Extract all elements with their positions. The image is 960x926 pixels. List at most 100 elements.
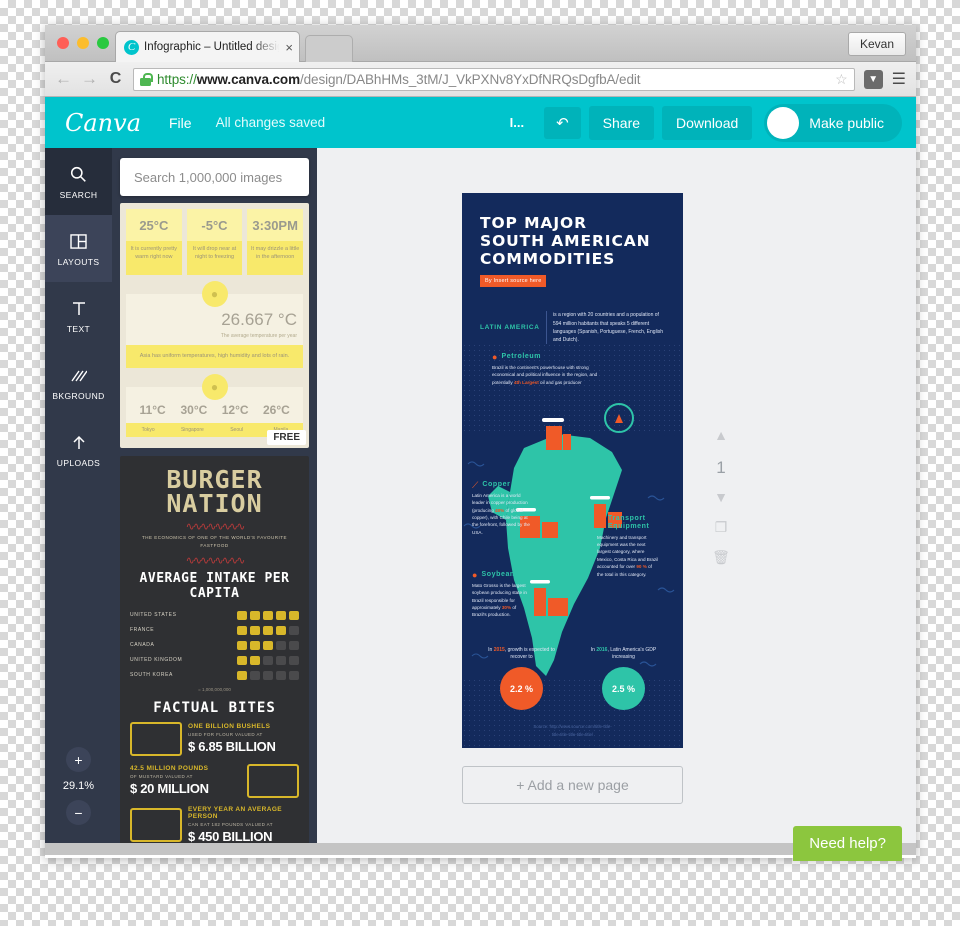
- wave-divider-icon: ∿∿∿∿∿∿∿∿: [185, 554, 246, 564]
- infographic-title-line3: COMMODITIES: [480, 249, 616, 268]
- share-button[interactable]: Share: [588, 105, 655, 140]
- search-results: 25°C It is currently pretty warm right n…: [120, 203, 309, 843]
- add-new-page-button[interactable]: + Add a new page: [462, 766, 683, 804]
- url-host: www.canva.com: [196, 71, 300, 87]
- burger-icon-empty: [289, 625, 299, 635]
- section-petroleum: ● Petroleum Brazil is the continent's po…: [492, 353, 610, 386]
- template-thumbnail-weather[interactable]: 25°C It is currently pretty warm right n…: [120, 203, 309, 448]
- burger-icon-empty: [276, 670, 286, 680]
- page-tools: ▲ 1 ▼ ❐ 🗑: [705, 428, 737, 580]
- duplicate-page-icon[interactable]: ❐: [705, 520, 737, 534]
- source-badge: By Insert source here: [480, 275, 547, 288]
- move-page-down-icon[interactable]: ▼: [705, 490, 737, 504]
- browser-tab[interactable]: C Infographic – Untitled desig ×: [115, 31, 300, 62]
- search-input[interactable]: Search 1,000,000 images: [120, 158, 309, 196]
- sidebar-item-uploads[interactable]: UPLOADS: [45, 416, 112, 483]
- close-tab-icon[interactable]: ×: [282, 40, 293, 55]
- sidebar-item-layouts[interactable]: LAYOUTS: [45, 215, 112, 282]
- burger-fact-line2: OF MUSTARD VALUED AT: [130, 774, 193, 780]
- move-page-up-icon[interactable]: ▲: [705, 428, 737, 442]
- download-button[interactable]: Download: [662, 105, 753, 140]
- section-header: ▰ Transport Equipment: [597, 515, 659, 532]
- burger-row: CANADA: [130, 638, 299, 653]
- burger-fact-text: ONE BILLION BUSHELS USED FOR FLOUR VALUE…: [188, 723, 299, 754]
- sidebar-item-bkground[interactable]: BKGROUND: [45, 349, 112, 416]
- burger-icon-empty: [263, 670, 273, 680]
- delete-page-icon[interactable]: 🗑: [705, 550, 737, 564]
- weather-city-temp: 30°C: [180, 402, 208, 417]
- new-tab-button[interactable]: [305, 35, 353, 62]
- sidebar-item-text[interactable]: TEXT: [45, 282, 112, 349]
- stat-year: 2016: [596, 646, 608, 653]
- burger-icon: [263, 610, 273, 620]
- wheat-basket-icon: [130, 721, 182, 756]
- burger-fact-line2: CAN EAT 182 POUNDS VALUED AT: [188, 821, 273, 827]
- stat-2015: In 2015, growth is expected to recover t…: [483, 647, 561, 710]
- section-body-post: oil and gas producer: [538, 379, 582, 385]
- make-public-button[interactable]: Make public: [764, 103, 902, 142]
- weather-card: 25°C It is currently pretty warm right n…: [126, 209, 182, 275]
- layers-icon[interactable]: I...: [510, 115, 524, 130]
- search-panel: Search 1,000,000 images 25°C It is curre…: [112, 148, 317, 843]
- burger-title-line2: NATION: [166, 488, 263, 518]
- close-window-button[interactable]: [57, 37, 69, 49]
- need-help-button[interactable]: Need help?: [793, 826, 902, 861]
- burger-icon: [276, 610, 286, 620]
- extension-shield-icon[interactable]: ▼: [863, 69, 883, 89]
- droplet-icon: ●: [201, 281, 228, 307]
- vertical-divider: [546, 311, 547, 345]
- mustard-bottle-icon: [247, 763, 299, 798]
- sidebar-label-bkground: BKGROUND: [52, 390, 105, 401]
- bookmark-star-icon[interactable]: ☆: [835, 71, 848, 88]
- zoom-out-button[interactable]: −: [66, 800, 91, 825]
- undo-button[interactable]: ↶: [544, 106, 581, 139]
- burger-fact-line1: EVERY YEAR AN AVERAGE PERSON: [188, 805, 283, 820]
- source-line-1: Source: http://www.source.com/title-titl…: [533, 724, 612, 730]
- section-header: ● Soybeans: [472, 571, 532, 580]
- weather-temps-row: 11°C 30°C 12°C 26°C: [132, 403, 297, 417]
- weather-value: 3:30PM: [247, 209, 304, 241]
- weather-city-name: Singapore: [180, 426, 204, 433]
- section-soybeans: ● Soybeans Mato Grosso is the largest so…: [472, 571, 532, 619]
- address-bar[interactable]: https://www.canva.com/design/DABhHMs_3tM…: [133, 67, 855, 91]
- back-icon[interactable]: ←: [55, 69, 72, 89]
- template-thumbnail-burger[interactable]: BURGER NATION ∿∿∿∿∿∿∿∿ THE ECONOMICS OF …: [120, 456, 309, 843]
- make-public-label: Make public: [809, 114, 884, 131]
- sidebar-label-search: SEARCH: [59, 189, 98, 200]
- section-body: Machinery and transport equipment was th…: [597, 534, 659, 578]
- burger-icon-empty: [289, 640, 299, 650]
- zoom-in-button[interactable]: +: [66, 747, 91, 772]
- account-button[interactable]: Kevan: [847, 32, 906, 56]
- burger-fact-value: $ 450 BILLION: [188, 828, 273, 843]
- window-controls[interactable]: [57, 37, 109, 49]
- weather-city-temp: 26°C: [262, 402, 290, 417]
- canva-favicon: C: [124, 39, 139, 55]
- stat-bubble: 2.5 %: [602, 667, 645, 710]
- minimize-window-button[interactable]: [77, 37, 89, 49]
- tab-title: Infographic – Untitled desig: [144, 41, 283, 53]
- weather-note: It will drop near at night to freezing: [192, 246, 237, 261]
- app-body: SEARCH LAYOUTS TEXT BKGROUND UPLOADS + 2…: [45, 148, 916, 861]
- forward-icon[interactable]: →: [81, 69, 98, 89]
- file-menu[interactable]: File: [169, 115, 192, 131]
- page-number: 1: [716, 458, 726, 477]
- weather-note: It is currently pretty warm right now: [130, 246, 178, 261]
- burger-icon: [250, 640, 260, 650]
- weather-infographic-preview: 25°C It is currently pretty warm right n…: [120, 203, 309, 448]
- reload-icon[interactable]: C: [107, 70, 124, 88]
- lock-icon: [140, 72, 153, 86]
- canva-logo[interactable]: Canva: [65, 109, 141, 137]
- weather-card-row: 25°C It is currently pretty warm right n…: [126, 209, 304, 275]
- design-canvas[interactable]: TOP MAJOR SOUTH AMERICAN COMMODITIES By …: [317, 148, 916, 861]
- maximize-window-button[interactable]: [97, 37, 109, 49]
- section-highlight: 48%: [494, 507, 505, 513]
- design-page[interactable]: TOP MAJOR SOUTH AMERICAN COMMODITIES By …: [462, 193, 683, 748]
- weather-value: 25°C: [126, 209, 182, 241]
- burger-country: UNITED KINGDOM: [130, 657, 183, 664]
- burger-subtitle: THE ECONOMICS OF ONE OF THE WORLD'S FAVO…: [142, 534, 287, 548]
- sidebar-item-search[interactable]: SEARCH: [45, 148, 112, 215]
- section-title: Transport Equipment: [607, 515, 650, 531]
- weather-city-name: Tokyo: [141, 426, 155, 433]
- infographic-title-line1: TOP MAJOR: [480, 214, 587, 232]
- browser-menu-icon[interactable]: ☰: [892, 69, 906, 89]
